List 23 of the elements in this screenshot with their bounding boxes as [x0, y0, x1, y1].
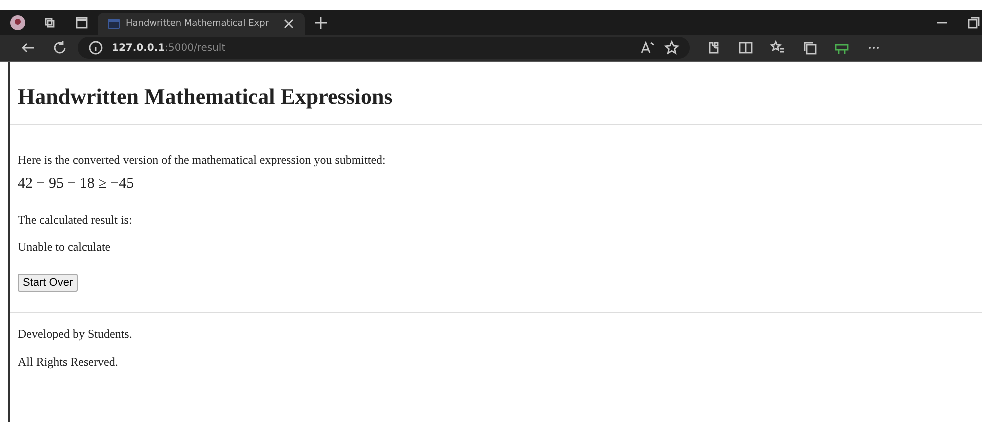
start-over-button[interactable]: Start Over [18, 274, 78, 292]
footer-text: All Rights Reserved. [18, 355, 120, 370]
browser-tab[interactable]: Handwritten Mathematical Expr [98, 13, 306, 35]
info-icon[interactable] [88, 40, 104, 56]
footer-text: Developed by Students. [18, 327, 134, 342]
tab-actions-icon[interactable] [74, 14, 90, 30]
result-text: Unable to calculate [18, 240, 112, 255]
star-icon[interactable] [664, 40, 680, 56]
restore-icon[interactable] [966, 14, 982, 30]
intro-text: Here is the converted version of the mathematical expression you submitted: [18, 153, 387, 168]
url-text: 127.0.0.1:5000/result [112, 42, 226, 54]
split-screen-icon[interactable] [738, 40, 754, 56]
page-heading: Handwritten Mathematical Expressions [18, 83, 394, 111]
page-icon [106, 16, 122, 32]
collections-icon[interactable] [802, 40, 818, 56]
new-tab-icon[interactable] [313, 14, 330, 30]
reload-icon[interactable] [52, 40, 68, 56]
result-label: The calculated result is: [18, 213, 134, 228]
math-expression: 42 − 95 − 18 ≥ −45 [18, 176, 136, 193]
avatar-icon[interactable] [10, 14, 26, 30]
tab-title: Handwritten Mathematical Expr [126, 19, 270, 29]
address-field[interactable]: 127.0.0.1:5000/result [78, 37, 690, 59]
read-aloud-icon[interactable] [640, 40, 656, 56]
